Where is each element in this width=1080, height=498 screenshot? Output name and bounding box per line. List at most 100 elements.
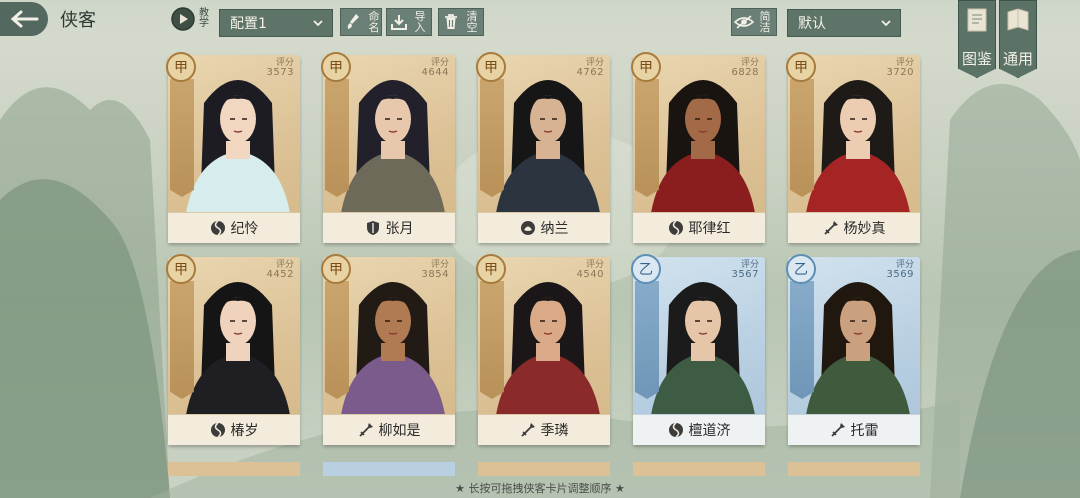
hero-namebar: 椿岁 xyxy=(168,414,300,445)
lotus-icon xyxy=(520,220,536,236)
tab-codex[interactable]: 图鉴 xyxy=(958,0,996,78)
hero-card[interactable]: 乙 评分 3567 檀道济 xyxy=(631,254,765,445)
grade-badge: 甲 xyxy=(166,52,196,82)
hero-name: 托雷 xyxy=(850,423,879,439)
hero-card[interactable]: 甲 评分 4762 纳兰 xyxy=(476,52,610,243)
hero-namebar: 张月 xyxy=(323,212,455,243)
tab-general-label: 通用 xyxy=(1002,50,1033,68)
score-block: 评分 4762 xyxy=(577,58,604,78)
hero-name: 椿岁 xyxy=(230,423,259,439)
import-button[interactable]: 导入 xyxy=(386,8,432,36)
hero-card[interactable]: 甲 评分 6828 耶律红 xyxy=(631,52,765,243)
simple-view-label: 简洁 xyxy=(759,10,771,34)
tab-codex-label: 图鉴 xyxy=(961,50,992,68)
score-block: 评分 3720 xyxy=(887,58,914,78)
grade-ribbon xyxy=(170,79,194,197)
hero-portrait xyxy=(796,63,920,213)
sort-select[interactable]: 默认 xyxy=(787,9,901,37)
hero-name: 季璘 xyxy=(540,423,569,439)
spear-icon xyxy=(823,220,839,236)
hero-portrait xyxy=(176,265,300,415)
codex-book-icon xyxy=(967,8,987,32)
chevron-down-icon xyxy=(313,20,323,27)
score-block: 评分 3573 xyxy=(267,58,294,78)
import-label: 导入 xyxy=(414,10,426,34)
hero-name: 耶律红 xyxy=(688,221,731,237)
simple-view-button[interactable]: 简洁 xyxy=(731,8,777,36)
card-row-peek xyxy=(168,462,300,476)
score-block: 评分 4452 xyxy=(267,260,294,280)
general-book-icon xyxy=(1007,8,1029,31)
score-block: 评分 4644 xyxy=(422,58,449,78)
hero-card[interactable]: 甲 评分 3720 杨妙真 xyxy=(786,52,920,243)
grade-badge: 甲 xyxy=(786,52,816,82)
hero-card[interactable]: 甲 评分 3573 纪怜 xyxy=(166,52,300,243)
grade-badge: 甲 xyxy=(476,52,506,82)
hero-namebar: 檀道济 xyxy=(633,414,765,445)
hero-card[interactable]: 乙 评分 3569 托雷 xyxy=(786,254,920,445)
score-block: 评分 6828 xyxy=(732,58,759,78)
hero-name: 纪怜 xyxy=(230,221,259,237)
score-block: 评分 3854 xyxy=(422,260,449,280)
grade-badge: 乙 xyxy=(786,254,816,284)
hero-namebar: 耶律红 xyxy=(633,212,765,243)
tab-general[interactable]: 通用 xyxy=(999,0,1037,78)
hero-card[interactable]: 甲 评分 3854 柳如是 xyxy=(321,254,455,445)
trash-icon xyxy=(445,14,457,29)
hero-name: 檀道济 xyxy=(688,423,731,439)
grade-ribbon xyxy=(480,79,504,197)
config-select-value: 配置1 xyxy=(230,16,267,32)
spear-icon xyxy=(520,422,536,438)
score-value: 3573 xyxy=(266,67,294,78)
hero-name: 纳兰 xyxy=(540,221,569,237)
grade-ribbon xyxy=(790,79,814,197)
card-row-peek xyxy=(323,462,455,476)
rename-label: 命名 xyxy=(368,10,380,34)
hero-portrait xyxy=(331,265,455,415)
score-value: 6828 xyxy=(731,67,759,78)
hero-card[interactable]: 甲 评分 4540 季璘 xyxy=(476,254,610,445)
grade-ribbon xyxy=(790,281,814,399)
hero-namebar: 纪怜 xyxy=(168,212,300,243)
tutorial-button[interactable]: 教学 xyxy=(170,4,216,34)
import-icon xyxy=(391,15,407,30)
grade-ribbon xyxy=(635,79,659,197)
hero-name: 杨妙真 xyxy=(843,221,886,237)
hero-name: 张月 xyxy=(385,221,414,237)
score-value: 3720 xyxy=(886,67,914,78)
hero-portrait xyxy=(641,265,765,415)
clear-button[interactable]: 清空 xyxy=(438,8,484,36)
top-toolbar xyxy=(0,0,1080,40)
drag-hint: ★ 长按可拖拽侠客卡片调整顺序 ★ xyxy=(455,482,625,495)
score-value: 4540 xyxy=(576,269,604,280)
hero-portrait xyxy=(796,265,920,415)
chevron-down-icon xyxy=(881,20,891,27)
rename-button[interactable]: 命名 xyxy=(340,8,382,36)
page-title: 侠客 xyxy=(60,10,96,31)
score-value: 3567 xyxy=(731,269,759,280)
grade-ribbon xyxy=(325,281,349,399)
spear-icon xyxy=(358,422,374,438)
hero-card[interactable]: 甲 评分 4452 椿岁 xyxy=(166,254,300,445)
grade-badge: 甲 xyxy=(476,254,506,284)
back-button[interactable] xyxy=(0,2,48,36)
play-icon xyxy=(171,7,195,31)
grade-ribbon xyxy=(480,281,504,399)
hero-portrait xyxy=(486,265,610,415)
card-row-peek xyxy=(478,462,610,476)
hero-card[interactable]: 甲 评分 4644 张月 xyxy=(321,52,455,243)
config-select[interactable]: 配置1 xyxy=(219,9,333,37)
swirl-icon xyxy=(210,422,226,438)
card-row-peek xyxy=(633,462,765,476)
grade-badge: 甲 xyxy=(321,254,351,284)
score-value: 4762 xyxy=(576,67,604,78)
hero-name: 柳如是 xyxy=(378,423,421,439)
spear-icon xyxy=(830,422,846,438)
sort-select-value: 默认 xyxy=(798,16,826,32)
score-block: 评分 3569 xyxy=(887,260,914,280)
tutorial-label: 教学 xyxy=(199,8,209,29)
back-arrow-icon xyxy=(10,10,39,28)
hero-namebar: 纳兰 xyxy=(478,212,610,243)
hero-portrait xyxy=(331,63,455,213)
grade-ribbon xyxy=(170,281,194,399)
